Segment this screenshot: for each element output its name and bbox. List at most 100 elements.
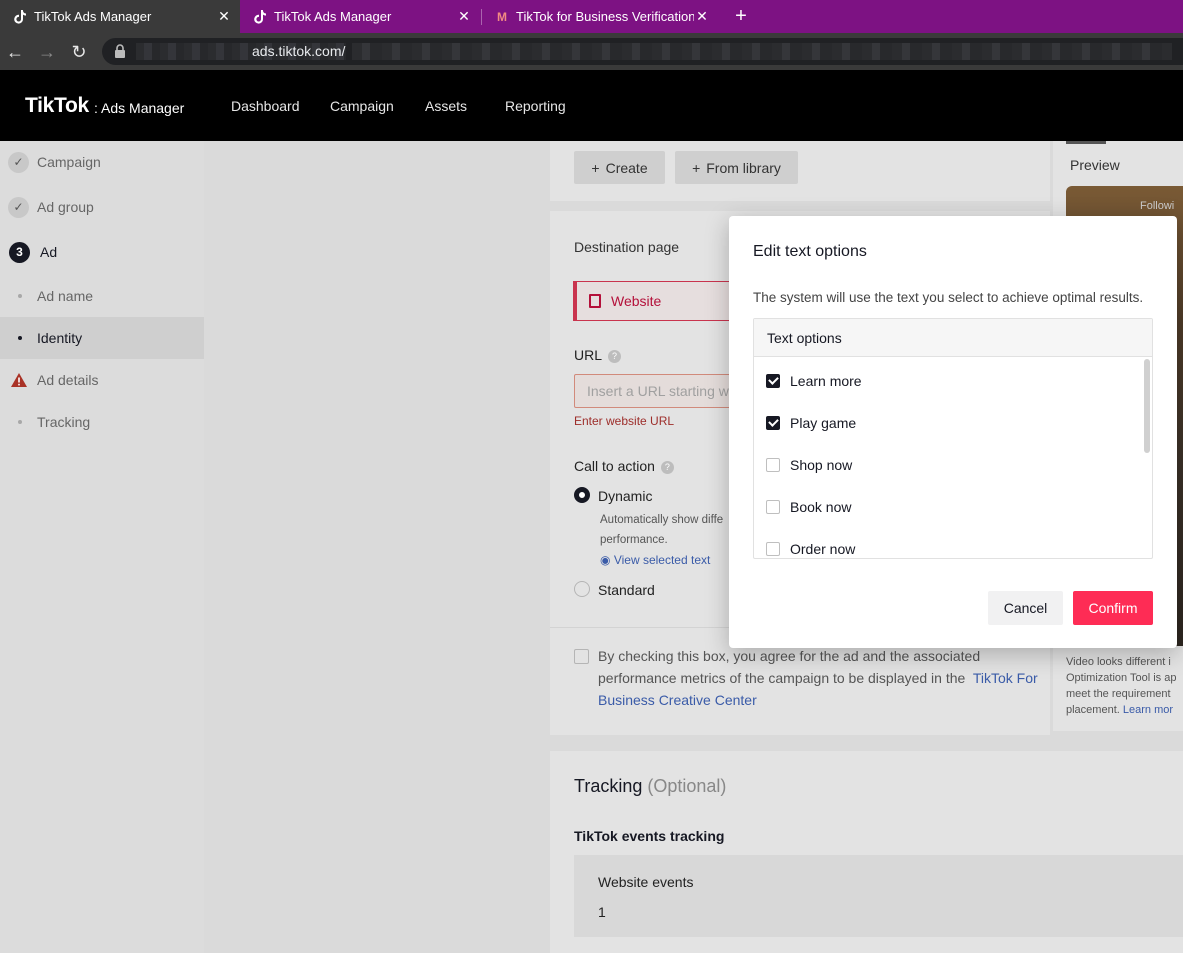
sidebar-item-label: Ad name [37, 288, 94, 304]
tiktok-logo[interactable]: TikTok [25, 94, 89, 118]
tracking-optional: (Optional) [647, 776, 727, 796]
forward-arrow-icon[interactable]: → [36, 41, 58, 63]
tab-title: TikTok for Business Verification C [516, 9, 694, 24]
tiktok-favicon-icon [12, 9, 28, 25]
standard-label: Standard [598, 582, 655, 598]
preview-label[interactable]: Preview [1070, 157, 1120, 173]
website-icon [589, 294, 601, 308]
warning-icon [11, 373, 27, 387]
checkbox-checked[interactable] [766, 374, 780, 388]
checkbox-checked[interactable] [766, 416, 780, 430]
create-button[interactable]: + Create [574, 151, 665, 184]
text-option-row[interactable]: Order now [754, 528, 1144, 558]
sidebar-item-tracking[interactable]: Tracking [0, 401, 204, 443]
preview-tab-indicator [1066, 141, 1106, 144]
redacted-region [352, 43, 1172, 60]
dynamic-description: Automatically show diffe [600, 514, 724, 526]
eye-icon: ◉ [600, 553, 611, 567]
sidebar-item-identity[interactable]: Identity [0, 317, 204, 359]
new-tab-icon[interactable]: + [730, 4, 752, 28]
browser-address-bar: ← → ↻ ads.tiktok.com/ [0, 33, 1183, 70]
tracking-title: Tracking (Optional) [574, 776, 726, 797]
url-error-text: Enter website URL [574, 414, 675, 428]
text-options-header: Text options [754, 319, 1152, 357]
plus-icon: + [692, 159, 701, 176]
website-events-label: Website events [598, 874, 694, 890]
sidebar-item-ad-name[interactable]: Ad name [0, 275, 204, 317]
check-icon: ✓ [8, 151, 29, 173]
tiktok-favicon-icon [252, 9, 268, 25]
dynamic-description: performance. [600, 534, 668, 546]
step-number-badge: 3 [9, 241, 30, 263]
sidebar-item-campaign[interactable]: ✓ Campaign [0, 141, 204, 183]
preview-note-line: Video looks different i [1066, 656, 1171, 668]
checkbox-unchecked[interactable] [766, 458, 780, 472]
browser-tab-bar: TikTok Ads Manager ✕ TikTok Ads Manager … [0, 0, 1183, 33]
view-selected-text-link[interactable]: ◉ View selected text [600, 553, 710, 567]
create-label: Create [605, 159, 648, 176]
help-icon[interactable]: ? [608, 349, 622, 363]
standard-radio[interactable] [574, 581, 590, 597]
modal-description: The system will use the text you select … [753, 290, 1144, 305]
edit-text-options-modal: Edit text options The system will use th… [729, 216, 1177, 648]
cancel-button[interactable]: Cancel [988, 591, 1063, 625]
checkbox-unchecked[interactable] [766, 500, 780, 514]
option-label: Learn more [790, 373, 862, 389]
option-label: Shop now [790, 457, 853, 473]
website-destination-option[interactable]: Website [573, 281, 743, 321]
view-selected-label: View selected text [613, 553, 711, 567]
agree-checkbox[interactable] [574, 649, 589, 664]
tab-title: TikTok Ads Manager [274, 9, 392, 24]
preview-following-text: Followi [1140, 200, 1175, 212]
app-header: TikTok : Ads Manager Dashboard Campaign … [0, 70, 1183, 141]
tab-close-icon[interactable]: ✕ [456, 8, 472, 25]
help-icon[interactable]: ? [660, 460, 674, 474]
events-tracking-label: TikTok events tracking [574, 828, 725, 844]
list-scrollbar[interactable] [1144, 359, 1150, 453]
sidebar-item-ad[interactable]: 3 Ad [0, 231, 204, 273]
reload-icon[interactable]: ↻ [68, 41, 90, 63]
text-option-row[interactable]: Book now [754, 486, 1144, 528]
bullet-dot [18, 294, 22, 298]
nav-dashboard[interactable]: Dashboard [231, 98, 300, 114]
confirm-button[interactable]: Confirm [1073, 591, 1153, 625]
browser-tab[interactable]: TikTok Ads Manager ✕ [0, 0, 240, 33]
option-label: Play game [790, 415, 857, 431]
back-arrow-icon[interactable]: ← [4, 41, 26, 63]
sidebar-item-label: Campaign [37, 154, 101, 170]
learn-more-link[interactable]: Learn mor [1123, 704, 1173, 716]
url-text: ads.tiktok.com/ [252, 43, 346, 59]
call-to-action-label: Call to action? [574, 458, 674, 474]
gmail-favicon-icon: M [497, 9, 507, 24]
url-omnibox[interactable]: ads.tiktok.com/ [102, 38, 1183, 65]
sidebar-item-ad-group[interactable]: ✓ Ad group [0, 186, 204, 228]
text-options-list: Text options Learn more Play game Shop n… [753, 318, 1153, 559]
checkbox-unchecked[interactable] [766, 542, 780, 556]
text-option-row[interactable]: Learn more [754, 360, 1144, 402]
preview-note-line: meet the requirement [1066, 688, 1171, 700]
from-library-button[interactable]: + From library [675, 151, 798, 184]
nav-reporting[interactable]: Reporting [505, 98, 566, 114]
text-option-row[interactable]: Play game [754, 402, 1144, 444]
browser-tab[interactable]: TikTok Ads Manager ✕ [240, 0, 480, 33]
preview-note-line: placement. [1066, 704, 1120, 716]
browser-tab[interactable]: M TikTok for Business Verification C ✕ [482, 0, 718, 33]
dynamic-radio[interactable] [574, 487, 590, 503]
nav-campaign[interactable]: Campaign [330, 98, 394, 114]
destination-page-label: Destination page [574, 239, 680, 255]
dynamic-label: Dynamic [598, 488, 653, 504]
url-input[interactable]: Insert a URL starting wi [574, 374, 744, 408]
tab-close-icon[interactable]: ✕ [694, 8, 710, 25]
agree-text-line: performance metrics of the campaign to b… [598, 670, 966, 686]
website-events-box[interactable]: Website events 1 [574, 855, 1183, 937]
plus-icon: + [591, 159, 600, 176]
agree-text: By checking this box, you agree for the … [598, 645, 1038, 711]
website-label: Website [611, 293, 662, 309]
tab-close-icon[interactable]: ✕ [216, 8, 232, 25]
sidebar-item-label: Ad [40, 244, 58, 260]
text-option-row[interactable]: Shop now [754, 444, 1144, 486]
website-events-value: 1 [598, 904, 606, 920]
sidebar-item-label: Ad group [37, 199, 94, 215]
nav-assets[interactable]: Assets [425, 98, 467, 114]
sidebar-item-ad-details[interactable]: Ad details [0, 359, 204, 401]
